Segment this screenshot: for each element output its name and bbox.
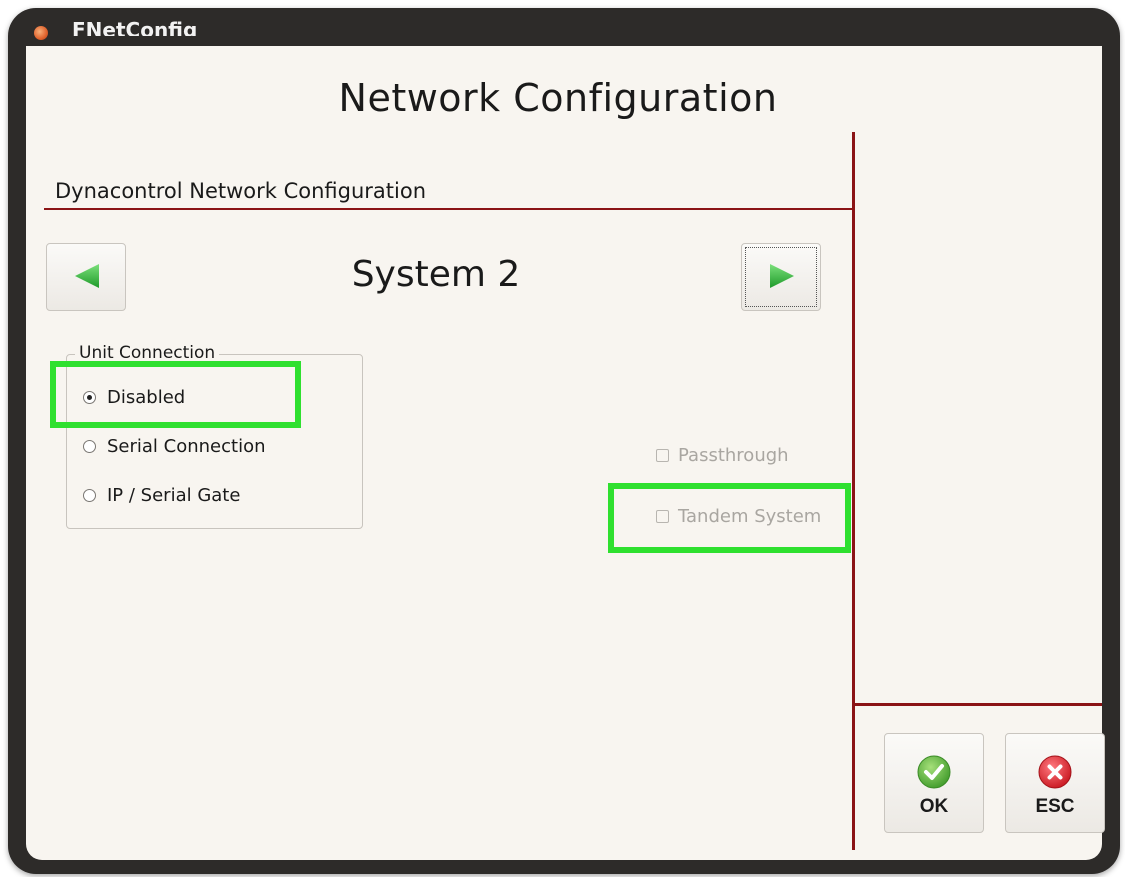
client-area: Network Configuration Dynacontrol Networ… — [26, 46, 1105, 860]
previous-system-button[interactable] — [46, 243, 126, 311]
ok-label: OK — [919, 796, 949, 817]
app-window: FNetConfig Network Configuration Dynacon… — [8, 8, 1120, 874]
right-panel-divider — [855, 703, 1102, 706]
section-divider — [44, 208, 852, 210]
radio-label: IP / Serial Gate — [107, 485, 241, 506]
arrow-left-icon — [75, 264, 99, 288]
checkbox-label: Tandem System — [678, 506, 822, 527]
page-title: Network Configuration — [338, 76, 778, 120]
title-bar: FNetConfig — [8, 8, 1120, 46]
system-label: System 2 — [351, 254, 521, 295]
radio-button[interactable] — [83, 440, 96, 453]
radio-label: Serial Connection — [107, 436, 266, 457]
esc-label: ESC — [1035, 796, 1075, 817]
esc-button[interactable]: ESC — [1005, 733, 1105, 833]
section-title: Dynacontrol Network Configuration — [55, 179, 427, 203]
close-icon — [1037, 754, 1073, 790]
radio-label: Disabled — [107, 387, 186, 408]
checkbox-label: Passthrough — [678, 445, 789, 466]
checkbox[interactable] — [656, 449, 669, 462]
window-title: FNetConfig — [72, 20, 198, 36]
unit-connection-legend: Unit Connection — [75, 343, 220, 363]
radio-button-checked[interactable] — [83, 391, 96, 404]
checkbox[interactable] — [656, 510, 669, 523]
next-system-button[interactable] — [741, 243, 821, 311]
arrow-right-icon — [770, 264, 794, 288]
vertical-divider — [852, 132, 855, 850]
checkmark-icon — [916, 754, 952, 790]
radio-button[interactable] — [83, 489, 96, 502]
app-icon — [34, 26, 48, 40]
ok-button[interactable]: OK — [884, 733, 984, 833]
unit-connection-group: Unit Connection Disabled Serial Connecti… — [66, 343, 363, 529]
